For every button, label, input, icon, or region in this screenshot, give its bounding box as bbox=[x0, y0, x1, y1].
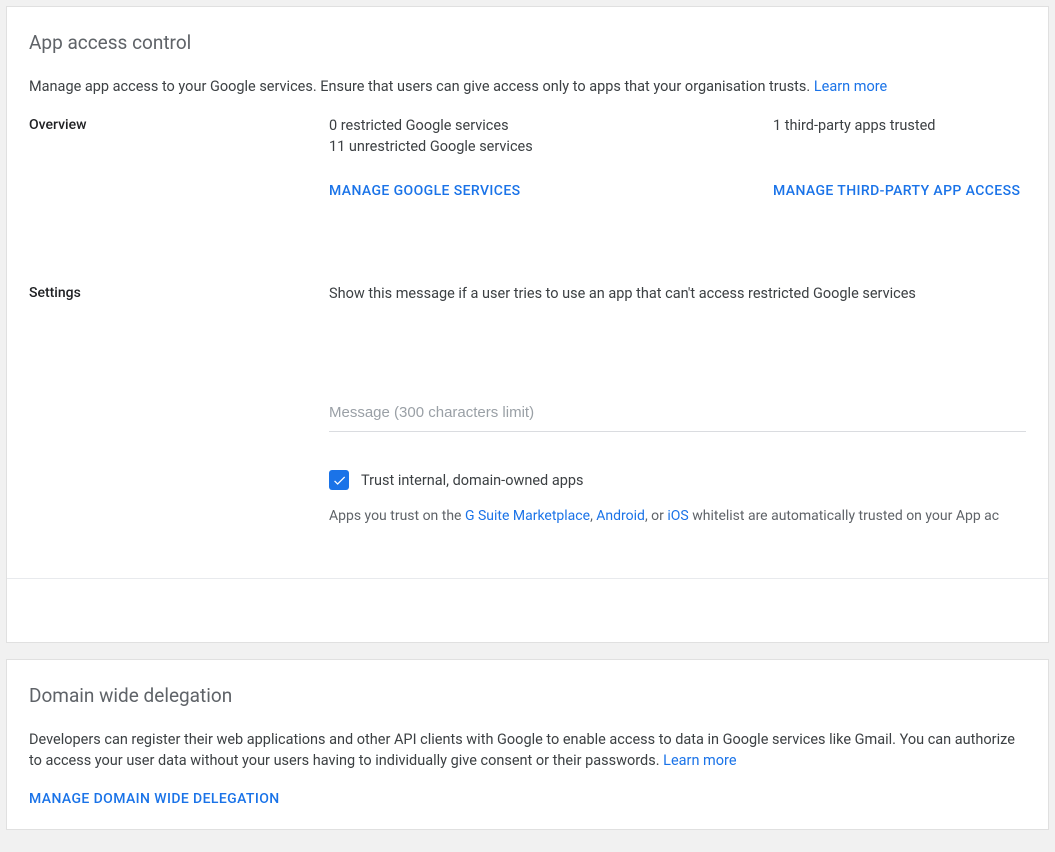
message-input[interactable] bbox=[329, 398, 1026, 432]
settings-label: Settings bbox=[29, 285, 329, 301]
check-icon bbox=[332, 473, 347, 488]
subtitle-text: Developers can register their web applic… bbox=[29, 731, 1015, 769]
domain-wide-delegation-card: Domain wide delegation Developers can re… bbox=[6, 659, 1049, 830]
third-party-trusted-count: 1 third-party apps trusted bbox=[773, 117, 1026, 134]
manage-third-party-access-button[interactable]: MANAGE THIRD-PARTY APP ACCESS bbox=[773, 183, 1020, 199]
manage-google-services-button[interactable]: MANAGE GOOGLE SERVICES bbox=[329, 183, 521, 199]
learn-more-link[interactable]: Learn more bbox=[663, 752, 736, 769]
overview-row: Overview 0 restricted Google services 11… bbox=[29, 117, 1026, 199]
card-title: Domain wide delegation bbox=[29, 684, 1026, 707]
card-subtitle: Manage app access to your Google service… bbox=[29, 76, 1026, 97]
whitelist-hint: Apps you trust on the G Suite Marketplac… bbox=[329, 508, 1026, 524]
card-divider bbox=[7, 578, 1048, 642]
learn-more-link[interactable]: Learn more bbox=[814, 78, 887, 95]
unrestricted-services-count: 11 unrestricted Google services bbox=[329, 138, 773, 155]
card-title: App access control bbox=[29, 31, 1026, 54]
android-link[interactable]: Android bbox=[596, 508, 645, 524]
settings-description: Show this message if a user tries to use… bbox=[329, 285, 1026, 302]
app-access-control-card: App access control Manage app access to … bbox=[6, 6, 1049, 643]
manage-domain-wide-delegation-button[interactable]: MANAGE DOMAIN WIDE DELEGATION bbox=[29, 791, 280, 807]
overview-label: Overview bbox=[29, 117, 329, 133]
subtitle-text: Manage app access to your Google service… bbox=[29, 78, 814, 95]
card-subtitle: Developers can register their web applic… bbox=[29, 729, 1026, 771]
trust-internal-checkbox[interactable] bbox=[329, 470, 349, 490]
trust-internal-row: Trust internal, domain-owned apps bbox=[329, 470, 1026, 490]
trust-internal-label: Trust internal, domain-owned apps bbox=[361, 472, 583, 489]
restricted-services-count: 0 restricted Google services bbox=[329, 117, 773, 134]
settings-row: Settings Show this message if a user tri… bbox=[29, 285, 1026, 524]
ios-link[interactable]: iOS bbox=[667, 508, 688, 524]
gsuite-marketplace-link[interactable]: G Suite Marketplace bbox=[465, 508, 590, 524]
